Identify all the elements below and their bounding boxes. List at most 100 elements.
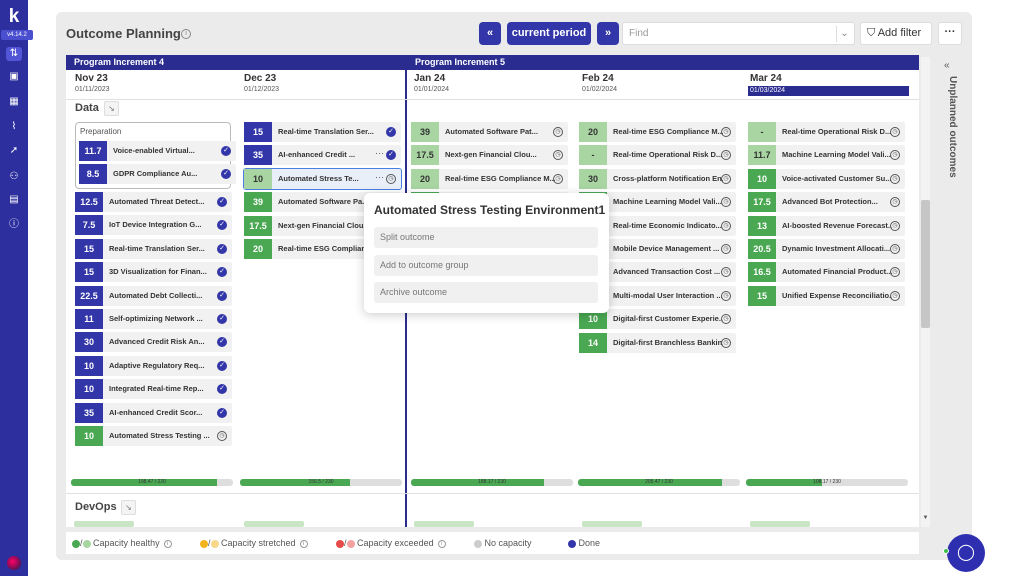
expand-panel-icon[interactable]: «	[944, 60, 950, 71]
info-icon[interactable]: i	[163, 539, 172, 548]
outcome-card[interactable]: 12.5 Automated Threat Detect... ✓	[75, 192, 232, 212]
info-icon[interactable]: i	[181, 29, 191, 39]
next-period-button[interactable]: »	[597, 22, 619, 45]
outcome-card[interactable]: 39 Automated Software Pat... ◷	[411, 122, 568, 142]
estimate-badge: 10	[75, 379, 103, 400]
outcome-card[interactable]: 11.7 Voice-enabled Virtual... ✓	[79, 141, 236, 161]
outcome-title: Real-time Operational Risk D...	[613, 150, 723, 160]
done-check-icon: ✓	[221, 169, 231, 180]
outcome-card[interactable]: 8.5 GDPR Compliance Au... ✓	[79, 164, 236, 185]
collapse-icon[interactable]: ↘	[104, 101, 119, 116]
done-check-icon: ✓	[221, 146, 231, 156]
legend-stretched: / Capacity stretched i	[200, 538, 308, 548]
month-label: Dec 23	[244, 73, 277, 84]
briefcase-icon[interactable]: ▣	[6, 70, 22, 84]
current-period-button[interactable]: current period	[507, 22, 591, 45]
month-label: Nov 23	[75, 73, 108, 84]
outcome-card[interactable]: - Real-time Operational Risk D... ◷	[579, 145, 736, 166]
outcome-card[interactable]: 7.5 IoT Device Integration G... ✓	[75, 215, 232, 236]
outcome-card[interactable]: 20 Real-time ESG Compliance M... ◷	[579, 122, 736, 142]
outcome-title: AI-enhanced Credit ...	[278, 150, 356, 160]
estimate-badge: 20.5	[748, 239, 776, 259]
outcome-card[interactable]: - Real-time Operational Risk D... ◷	[748, 122, 905, 142]
building-icon[interactable]: ▤	[6, 193, 22, 207]
capacity-bar: 198.47 / 220	[71, 479, 233, 486]
outcome-card[interactable]: 20 Real-time ESG Compliance M... ◷	[411, 168, 568, 189]
outcome-card[interactable]: 30 Advanced Credit Risk An... ✓	[75, 332, 232, 353]
collapse-icon[interactable]: ↘	[121, 500, 136, 515]
more-options-button[interactable]: ···	[938, 22, 962, 45]
archive-outcome-menu-item[interactable]: Archive outcome	[374, 282, 598, 303]
outcome-card[interactable]: 10 Voice-activated Customer Su... ◷	[748, 168, 905, 189]
outcome-card[interactable]: 15 Real-time Translation Ser... ✓	[75, 238, 232, 259]
outcome-context-menu: Automated Stress Testing Environment1 Sp…	[364, 193, 609, 313]
outcome-card[interactable]: 20.5 Dynamic Investment Allocati... ◷	[748, 239, 905, 259]
chevron-down-icon[interactable]: ⌄	[836, 26, 852, 42]
clock-icon: ◷	[386, 173, 396, 184]
outcome-card[interactable]: 30 Cross-platform Notification En... ◷	[579, 168, 736, 189]
rocket-icon[interactable]: ➚	[6, 144, 22, 158]
add-filter-label: Add filter	[877, 27, 922, 39]
outcome-card[interactable]: 22.5 Automated Debt Collecti... ✓	[75, 285, 232, 306]
outcome-card[interactable]: 10 Automated Stress Testing ... ◷	[75, 426, 232, 446]
section-title-data: Data	[75, 102, 99, 114]
outcome-title: Dynamic Investment Allocati...	[782, 244, 891, 253]
more-options-icon[interactable]: ···	[375, 148, 384, 158]
user-avatar[interactable]	[7, 556, 21, 570]
outcome-card[interactable]: 15 3D Visualization for Finan... ✓	[75, 262, 232, 283]
month-label: Mar 24	[750, 73, 782, 84]
no-capacity-dot-icon	[474, 539, 482, 548]
estimate-badge: 17.5	[748, 192, 776, 213]
calendar-icon[interactable]: ▦	[6, 95, 22, 109]
add-filter-button[interactable]: ⛉ Add filter	[860, 22, 932, 45]
estimate-badge: 17.5	[244, 215, 272, 236]
estimate-badge: 30	[75, 332, 103, 353]
online-status-indicator	[943, 548, 949, 554]
outcome-card[interactable]: 15 Real-time Translation Ser... ✓	[244, 122, 401, 142]
scrollbar-thumb[interactable]	[921, 200, 930, 328]
unplanned-outcomes-toggle[interactable]: Unplanned outcomes	[944, 76, 958, 186]
team-icon[interactable]: ⚇	[6, 170, 22, 184]
capacity-text: 156.5 / 230	[308, 479, 334, 485]
app-logo[interactable]: k	[5, 6, 23, 28]
month-date: 01/11/2023	[75, 86, 110, 93]
outcome-card[interactable]: 35 AI-enhanced Credit Scor... ✓	[75, 402, 232, 423]
more-options-icon[interactable]: ···	[375, 172, 384, 182]
info-icon[interactable]: i	[437, 539, 446, 548]
chat-support-button[interactable]: ◯	[947, 534, 985, 572]
outcome-card[interactable]: 35 AI-enhanced Credit ... ··· ✓	[244, 145, 401, 166]
clock-icon: ◷	[721, 244, 731, 254]
split-outcome-menu-item[interactable]: Split outcome	[374, 227, 598, 248]
info-circle-icon[interactable]: ⓘ	[6, 218, 22, 232]
estimate-badge: 10	[244, 168, 272, 189]
outcome-title: Voice-activated Customer Su...	[782, 173, 892, 183]
outcome-title: Automated Stress Testing ...	[109, 431, 210, 440]
add-to-outcome-group-menu-item[interactable]: Add to outcome group	[374, 255, 598, 276]
outcome-card[interactable]: 11 Self-optimizing Network ... ✓	[75, 309, 232, 329]
outcome-card[interactable]: 11.7 Machine Learning Model Vali... ◷	[748, 145, 905, 166]
outcome-card[interactable]: 17.5 Advanced Bot Protection... ◷	[748, 192, 905, 213]
outcome-card[interactable]: 10 Automated Stress Te... ··· ◷	[243, 167, 402, 190]
devops-card-peek	[582, 521, 642, 527]
transfer-icon[interactable]: ⇅	[6, 47, 22, 61]
chart-icon[interactable]: ⌇	[6, 120, 22, 134]
month-label: Jan 24	[414, 73, 446, 84]
outcome-title: Machine Learning Model Vali...	[613, 197, 722, 207]
outcome-card[interactable]: 14 Digital-first Branchless Bankin... ◷	[579, 332, 736, 353]
outcome-card[interactable]: 17.5 Next-gen Financial Clou... ◷	[411, 145, 568, 166]
outcome-card[interactable]: 10 Adaptive Regulatory Req... ✓	[75, 355, 232, 376]
estimate-badge: 11.7	[79, 141, 107, 161]
find-input[interactable]	[622, 22, 855, 45]
previous-period-button[interactable]: «	[479, 22, 501, 45]
info-icon[interactable]: i	[299, 539, 308, 548]
estimate-badge: 8.5	[79, 164, 107, 185]
outcome-card[interactable]: 15 Unified Expense Reconciliatio... ◷	[748, 285, 905, 306]
month-date: 01/12/2023	[244, 86, 280, 93]
month-label: Feb 24	[582, 73, 614, 84]
outcome-card[interactable]: 10 Integrated Real-time Rep... ✓	[75, 379, 232, 400]
outcome-card[interactable]: 16.5 Automated Financial Product... ◷	[748, 262, 905, 283]
outcome-card[interactable]: 13 AI-boosted Revenue Forecast... ◷	[748, 215, 905, 236]
scroll-down-icon[interactable]: ▼	[921, 515, 930, 521]
outcome-title: AI-enhanced Credit Scor...	[109, 407, 203, 417]
devops-card-peek	[414, 521, 474, 527]
